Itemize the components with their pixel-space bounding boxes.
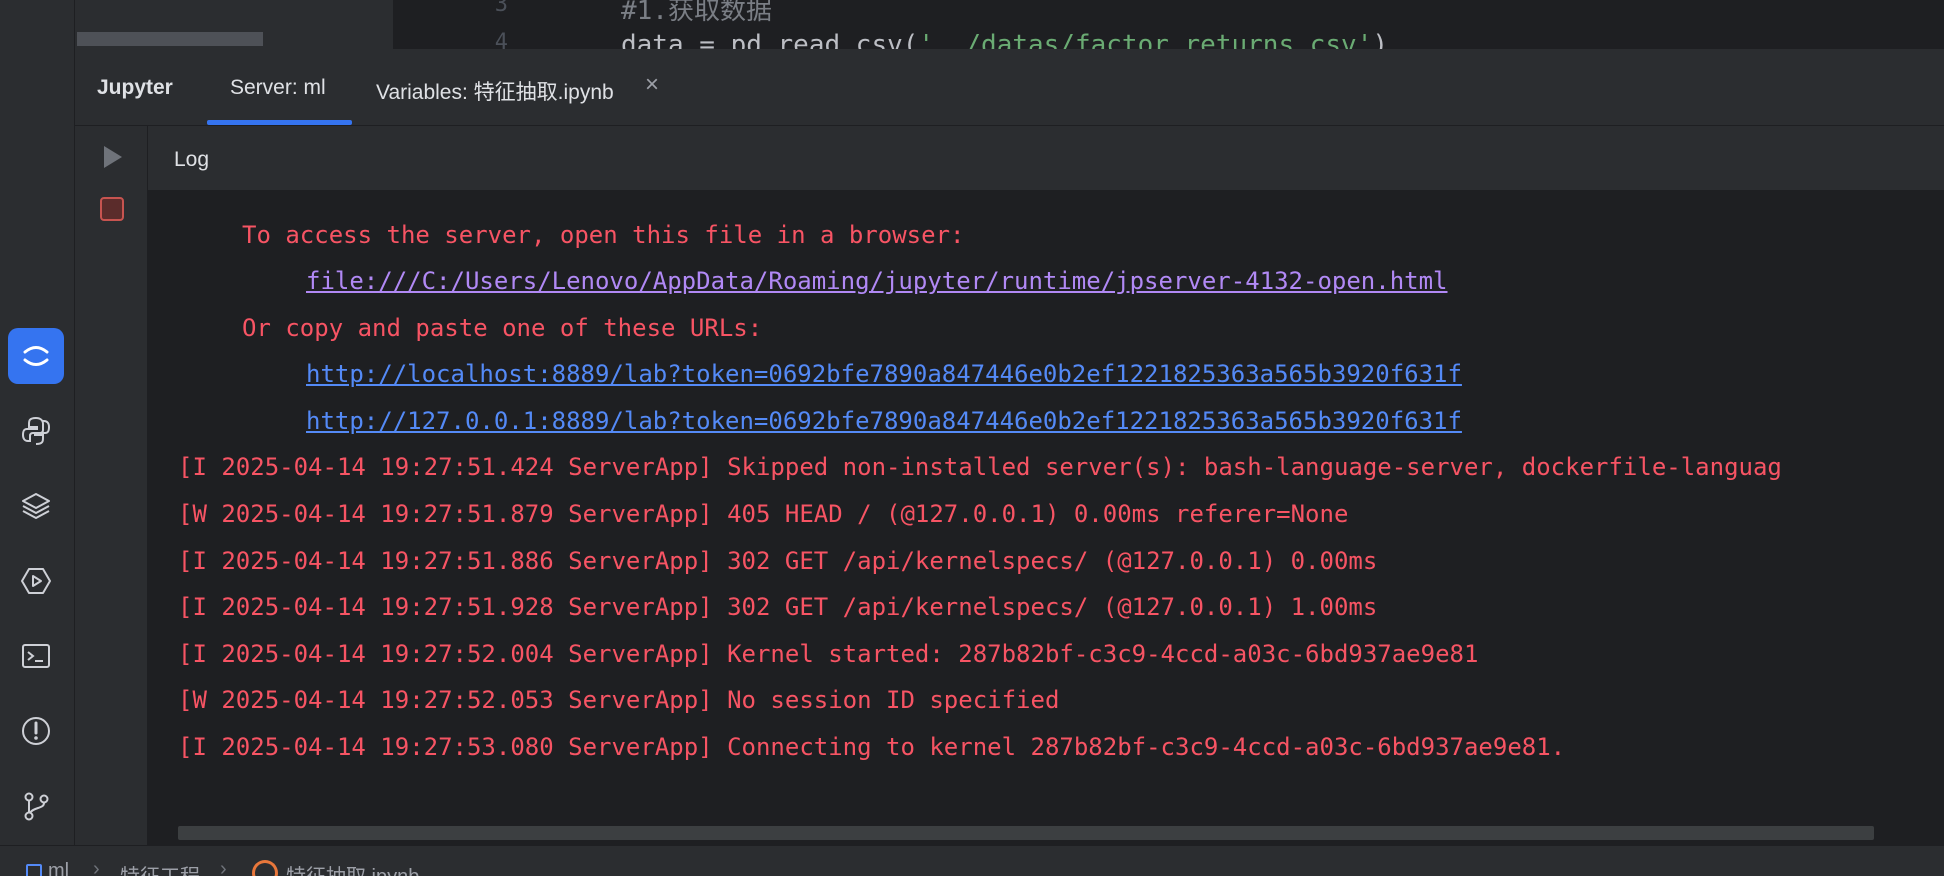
chevron-right-icon: › (93, 858, 100, 876)
chevron-right-icon: › (220, 858, 227, 876)
breadcrumb-item[interactable]: 特征工程 (120, 860, 200, 876)
log-line: [I 2025-04-14 19:27:51.424 ServerApp] Sk… (178, 453, 1782, 481)
log-line: [I 2025-04-14 19:27:53.080 ServerApp] Co… (178, 733, 1566, 761)
breadcrumb-item[interactable]: ml (48, 860, 69, 876)
stop-icon[interactable] (97, 194, 127, 224)
log-link[interactable]: file:///C:/Users/Lenovo/AppData/Roaming/… (306, 267, 1448, 295)
problems-icon[interactable] (8, 703, 64, 759)
log-horizontal-scrollbar[interactable] (178, 826, 1874, 840)
line-number: 3 (494, 0, 508, 17)
status-bar: ml › 特征工程 › 特征抽取.ipynb (0, 845, 1944, 876)
editor-gutter: 3 4 (410, 0, 542, 49)
project-panel-scrollbar[interactable] (77, 32, 263, 46)
log-line: [I 2025-04-14 19:27:51.886 ServerApp] 30… (178, 547, 1378, 575)
tool-window-header: Jupyter Server: ml Variables: 特征抽取.ipynb… (75, 49, 1944, 126)
run-icon[interactable] (97, 142, 127, 172)
log-line: [W 2025-04-14 19:27:52.053 ServerApp] No… (178, 686, 1060, 714)
breadcrumb-item[interactable]: 特征抽取.ipynb (286, 860, 419, 876)
log-header: Log (148, 126, 1944, 190)
git-icon[interactable] (8, 778, 64, 834)
python-icon[interactable] (8, 403, 64, 459)
close-icon[interactable]: × (645, 71, 659, 99)
terminal-icon[interactable] (8, 628, 64, 684)
run-toolbar (75, 126, 147, 845)
editor-area: 3 4 #1.获取数据 data = pd.read_csv('../datas… (75, 0, 1944, 49)
tool-window-title: Jupyter (97, 76, 173, 99)
layers-icon[interactable] (8, 478, 64, 534)
log-line: [W 2025-04-14 19:27:51.879 ServerApp] 40… (178, 500, 1349, 528)
log-line: [I 2025-04-14 19:27:51.928 ServerApp] 30… (178, 593, 1378, 621)
log-link[interactable]: http://127.0.0.1:8889/lab?token=0692bfe7… (306, 407, 1462, 435)
run-services-icon[interactable] (8, 553, 64, 609)
log-output[interactable]: To access the server, open this file in … (148, 190, 1944, 845)
code-line: data = pd.read_csv('../datas/factor_retu… (621, 30, 1388, 49)
tab-server[interactable]: Server: ml (230, 76, 326, 100)
log-link[interactable]: http://localhost:8889/lab?token=0692bfe7… (306, 360, 1462, 388)
log-line: To access the server, open this file in … (242, 221, 965, 249)
line-number: 4 (494, 30, 508, 49)
project-panel-fragment (75, 0, 393, 49)
tab-variables[interactable]: Variables: 特征抽取.ipynb (376, 76, 614, 106)
code-string: '../datas/factor_returns.csv' (918, 30, 1373, 49)
active-tab-indicator (207, 120, 352, 125)
code-text: ) (1372, 30, 1389, 49)
module-icon (26, 864, 42, 876)
jupyter-icon[interactable] (8, 328, 64, 384)
log-tab-label[interactable]: Log (174, 148, 209, 172)
code-text: data = pd.read_csv( (621, 30, 919, 49)
left-tool-rail (0, 0, 75, 845)
code-comment: #1.获取数据 (621, 0, 772, 26)
notebook-icon (252, 860, 278, 876)
log-line: Or copy and paste one of these URLs: (242, 314, 763, 342)
log-line: [I 2025-04-14 19:27:52.004 ServerApp] Ke… (178, 640, 1479, 668)
